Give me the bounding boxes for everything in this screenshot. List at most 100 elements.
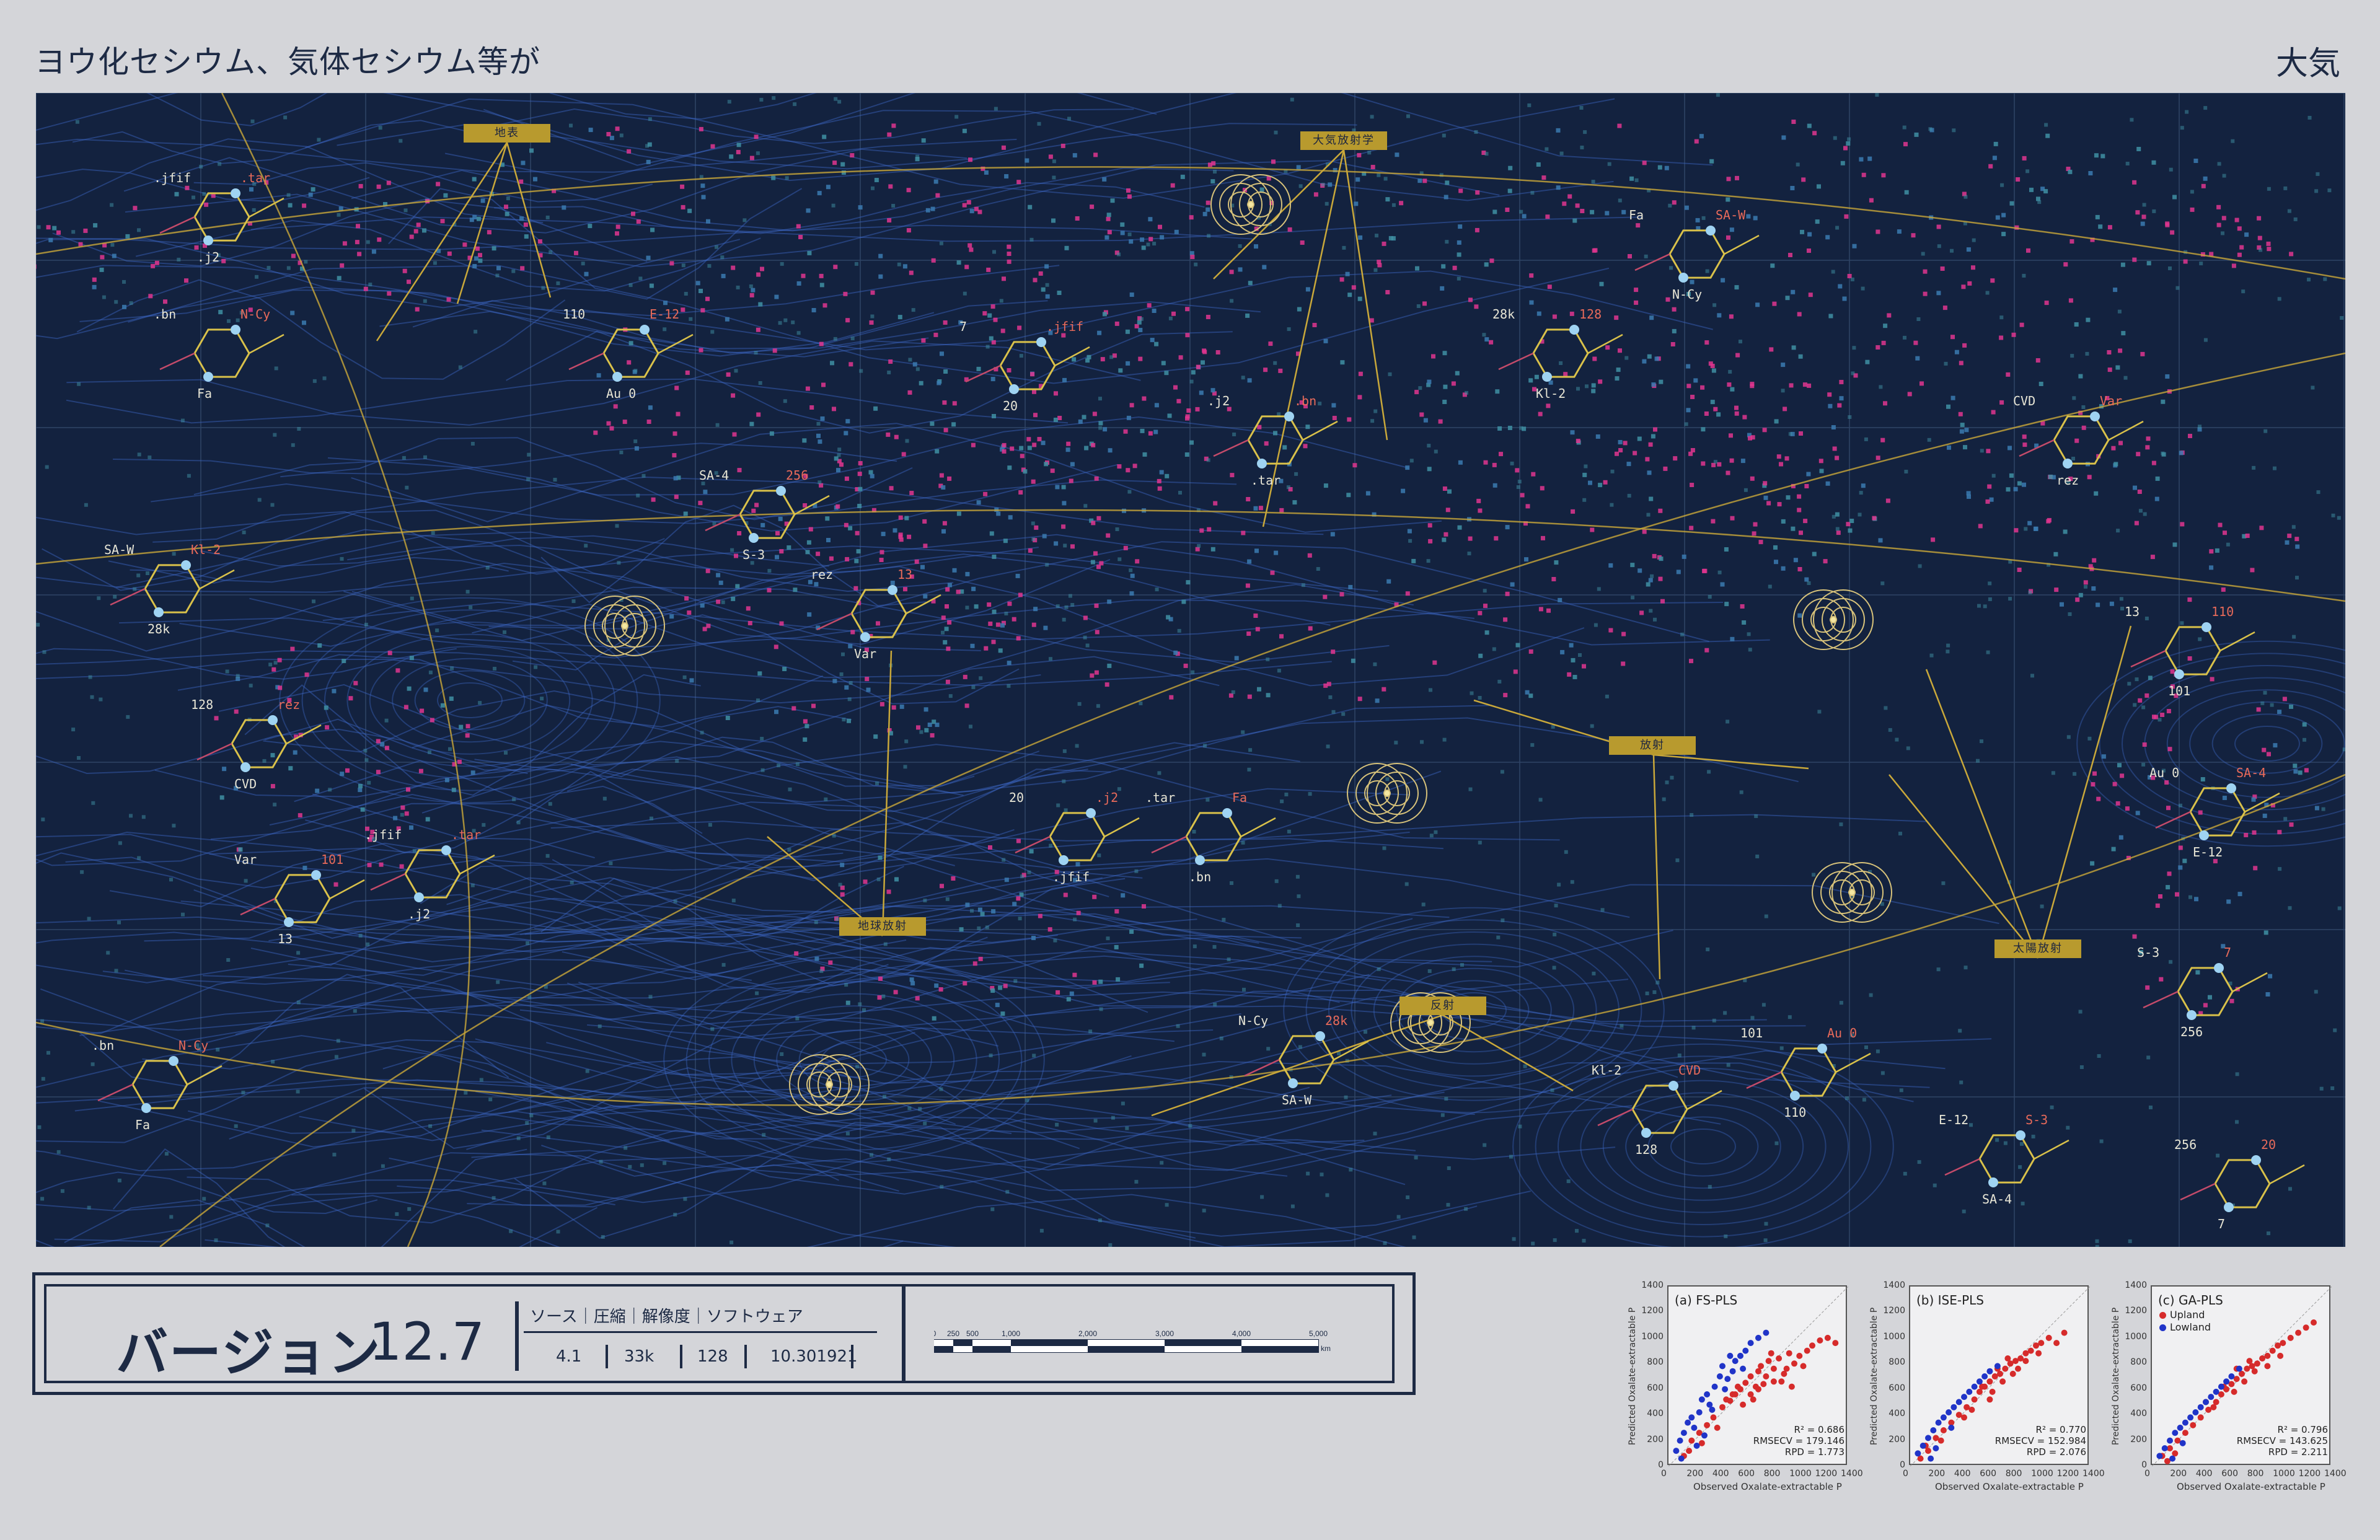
stat-rpd: RPD = 2.211	[2268, 1446, 2328, 1458]
data-point	[2295, 1329, 2302, 1336]
data-point	[1800, 1363, 1807, 1370]
annotation: .tar	[240, 170, 270, 185]
x-tick-label: 200	[1686, 1469, 1704, 1479]
legend-label: Upland	[2170, 1309, 2205, 1321]
map-grid	[36, 93, 2345, 1247]
y-tick-label: 0	[1900, 1460, 1905, 1470]
tracer-rings	[584, 174, 1892, 1115]
data-point	[2027, 1347, 2034, 1354]
annotation: Fa	[1629, 208, 1644, 222]
annotation: SA-W	[1282, 1093, 1312, 1107]
annotation: 7	[2218, 1217, 2225, 1231]
data-point	[1976, 1378, 1983, 1385]
annotation: SA-4	[2236, 765, 2266, 780]
annotation: CVD	[2013, 394, 2035, 408]
annotation: Fa	[197, 386, 212, 401]
data-point	[1685, 1419, 1691, 1426]
data-point	[2177, 1424, 2184, 1431]
data-point	[2061, 1329, 2068, 1336]
data-point	[1763, 1329, 1770, 1336]
y-tick-label: 400	[2130, 1409, 2147, 1419]
annotation: 128	[1579, 307, 1602, 322]
data-point	[1688, 1414, 1695, 1421]
annotation: SA-W	[1716, 208, 1746, 222]
legend-item-upland: Upland	[2159, 1309, 2211, 1321]
orbit-lines	[36, 93, 2345, 1247]
molecule: 256 7 20	[2174, 1137, 2305, 1231]
annotation: 28k	[1325, 1013, 1347, 1028]
scale-tick: 5,000	[1309, 1329, 1328, 1338]
annotation: 256	[2180, 1024, 2203, 1039]
corner-label: 大気	[2275, 45, 2340, 82]
x-tick-label: 1400	[2082, 1469, 2105, 1479]
data-point	[1673, 1448, 1680, 1454]
scatter-plot-fs: (a) FS-PLS Predicted Oxalate-extractable…	[1624, 1280, 1863, 1492]
data-point	[1755, 1386, 1761, 1393]
data-point	[1946, 1409, 1952, 1415]
data-point	[2182, 1419, 2188, 1426]
x-tick-label: 1400	[2324, 1469, 2347, 1479]
world-map[interactable]: .jfif .j2 .tar .bn Fa N-Cy SA-W 28k Kl-2 128 CVD re…	[36, 93, 2345, 1247]
divider	[744, 1345, 747, 1368]
data-point	[2045, 1334, 2052, 1341]
scatter-plot-ise: (b) ISE-PLS Predicted Oxalate-extractabl…	[1866, 1280, 2105, 1492]
y-tick-label: 1200	[1641, 1306, 1664, 1316]
data-point	[1758, 1363, 1765, 1370]
data-point	[1688, 1437, 1695, 1444]
x-tick-label: 1200	[2056, 1469, 2079, 1479]
annotation: 13	[2125, 604, 2140, 619]
data-point	[2167, 1437, 2173, 1444]
data-point	[1686, 1448, 1693, 1454]
data-point	[1948, 1424, 1955, 1431]
data-point	[2190, 1422, 2197, 1428]
x-tick-label: 1200	[1815, 1469, 1838, 1479]
x-tick-label: 800	[2005, 1469, 2022, 1479]
y-tick-label: 800	[1889, 1357, 1905, 1368]
annotation: .tar	[1145, 790, 1175, 805]
stat-rmsecv: RMSECV = 179.146	[1753, 1435, 1844, 1446]
y-tick-label: 800	[1647, 1357, 1664, 1368]
x-tick-label: 1000	[2031, 1469, 2053, 1479]
data-point	[2251, 1368, 2258, 1375]
scale-unit: km	[1321, 1344, 1331, 1353]
data-point	[1788, 1383, 1795, 1390]
version-label: バージョン	[116, 1322, 382, 1383]
y-tick-label: 800	[2130, 1357, 2147, 1368]
annotation: 110	[563, 307, 585, 322]
map-label: 放射	[1609, 736, 1696, 755]
annotation: 20	[2261, 1137, 2276, 1152]
annotation: 110	[1784, 1105, 1806, 1120]
data-point	[1724, 1376, 1731, 1383]
data-point	[1704, 1391, 1711, 1397]
data-point	[1986, 1396, 1993, 1403]
y-axis-label: Predicted Oxalate-extractable P	[1869, 1307, 1879, 1445]
y-tick-label: 600	[1889, 1383, 1905, 1393]
stat-r2: R² = 0.770	[2035, 1424, 2086, 1435]
annotation: 20	[1009, 790, 1024, 805]
version-panel: バージョン 12.7 ソース｜圧縮｜解像度｜ソフトウェア 4.1 33k 128…	[44, 1284, 906, 1383]
data-point	[2192, 1409, 2199, 1415]
legend-swatch	[2159, 1324, 2166, 1331]
y-tick-label: 400	[1647, 1409, 1664, 1419]
data-point	[1999, 1378, 2006, 1385]
data-point	[2236, 1365, 2242, 1372]
annotation: Au 0	[1827, 1026, 1857, 1041]
plot-title: (b) ISE-PLS	[1916, 1293, 1985, 1308]
y-tick-label: 200	[2130, 1434, 2147, 1445]
legend-swatch	[2159, 1312, 2166, 1319]
data-point	[2218, 1383, 2224, 1390]
data-point	[1930, 1427, 1937, 1433]
annotation: 110	[2211, 604, 2234, 619]
y-tick-label: 0	[1658, 1460, 1664, 1470]
x-tick-label: 800	[2247, 1469, 2264, 1479]
annotation: N-Cy	[178, 1038, 208, 1053]
stat-rpd: RPD = 2.076	[2026, 1446, 2086, 1458]
annotation: N-Cy	[1238, 1013, 1268, 1028]
data-point	[2228, 1373, 2235, 1379]
x-tick-label: 200	[1928, 1469, 1946, 1479]
x-tick-label: 600	[1738, 1469, 1755, 1479]
data-point	[1755, 1334, 1761, 1341]
annotation: .bn	[1189, 869, 1211, 884]
y-tick-label: 600	[2130, 1383, 2147, 1393]
data-point	[2156, 1453, 2163, 1459]
